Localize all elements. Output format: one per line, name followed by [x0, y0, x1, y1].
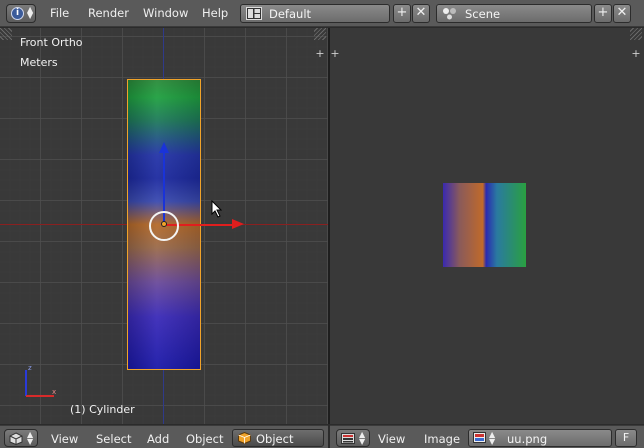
chevron-up-down-icon: ▲ ▼: [489, 430, 496, 446]
svg-text:x: x: [52, 388, 56, 396]
image-editor-icon: [341, 433, 355, 444]
editor-type-button[interactable]: ▲ ▼: [4, 429, 38, 447]
chevron-up-down-icon: ▲ ▼: [27, 5, 34, 20]
top-info-bar: i ▲ ▼ File Render Window Help Default + ✕…: [0, 0, 644, 27]
uv-texture-image: [443, 183, 526, 267]
chevron-up-down-icon: ▲ ▼: [359, 430, 366, 446]
image-selector[interactable]: ▲ ▼ uu.png: [468, 429, 612, 447]
menu-view[interactable]: View: [378, 432, 405, 446]
menu-add[interactable]: Add: [147, 432, 169, 446]
x-arrow-head[interactable]: [232, 219, 244, 229]
screen-layout-icon: [246, 7, 262, 20]
screen-layout-selector[interactable]: Default: [240, 4, 390, 23]
menu-file[interactable]: File: [50, 6, 69, 20]
menu-window[interactable]: Window: [143, 6, 188, 20]
interaction-mode-selector[interactable]: Object Mode: [232, 429, 324, 448]
unit-system: Meters: [20, 56, 58, 69]
menu-object[interactable]: Object: [186, 432, 223, 446]
svg-text:z: z: [28, 364, 32, 372]
fake-user-button[interactable]: F: [615, 429, 637, 447]
close-icon[interactable]: ✕: [613, 4, 631, 23]
menu-image[interactable]: Image: [424, 432, 460, 446]
object-origin: [161, 221, 167, 227]
editor-type-button[interactable]: ▲ ▼: [336, 429, 370, 447]
3d-viewport[interactable]: + Front Ortho Meters z x (1) Cylinder: [0, 28, 328, 424]
axis-orientation-icon: z x: [25, 364, 56, 397]
menu-render[interactable]: Render: [88, 6, 129, 20]
scene-name: Scene: [465, 7, 501, 21]
scene-selector[interactable]: Scene: [436, 4, 592, 23]
cursor-icon: [211, 200, 223, 218]
z-arrow-head[interactable]: [159, 142, 169, 153]
view-name: Front Ortho: [20, 36, 83, 49]
area-split-handle[interactable]: [314, 28, 326, 40]
add-icon[interactable]: +: [393, 4, 411, 23]
interaction-mode-label: Object Mode: [256, 432, 294, 448]
menu-view[interactable]: View: [51, 432, 78, 446]
toolshelf-toggle-icon[interactable]: +: [315, 48, 325, 59]
area-split-handle[interactable]: [0, 28, 12, 40]
scene-icon: [443, 8, 456, 20]
toolshelf-toggle-icon[interactable]: +: [330, 48, 340, 59]
screen-layout-name: Default: [269, 7, 312, 21]
image-icon: [473, 432, 486, 443]
properties-toggle-icon[interactable]: +: [631, 48, 641, 59]
cube-icon: [9, 432, 23, 445]
chevron-up-down-icon: ▲ ▼: [27, 430, 34, 446]
image-editor-header: ▲ ▼ View Image ▲ ▼ uu.png F: [330, 425, 644, 448]
3d-view-header: ▲▼ View Select Add Object Object Mode: [0, 425, 328, 448]
info-icon: i: [11, 7, 24, 20]
editor-type-button[interactable]: i ▲ ▼: [6, 4, 36, 23]
menu-help[interactable]: Help: [202, 6, 228, 20]
active-object-label: (1) Cylinder: [70, 403, 135, 416]
area-split-handle[interactable]: [630, 28, 642, 40]
image-name: uu.png: [507, 432, 548, 446]
menu-select[interactable]: Select: [96, 432, 131, 446]
add-icon[interactable]: +: [594, 4, 612, 23]
uv-image-viewport[interactable]: + +: [330, 28, 644, 424]
close-icon[interactable]: ✕: [412, 4, 430, 23]
object-mode-icon: [238, 432, 251, 444]
